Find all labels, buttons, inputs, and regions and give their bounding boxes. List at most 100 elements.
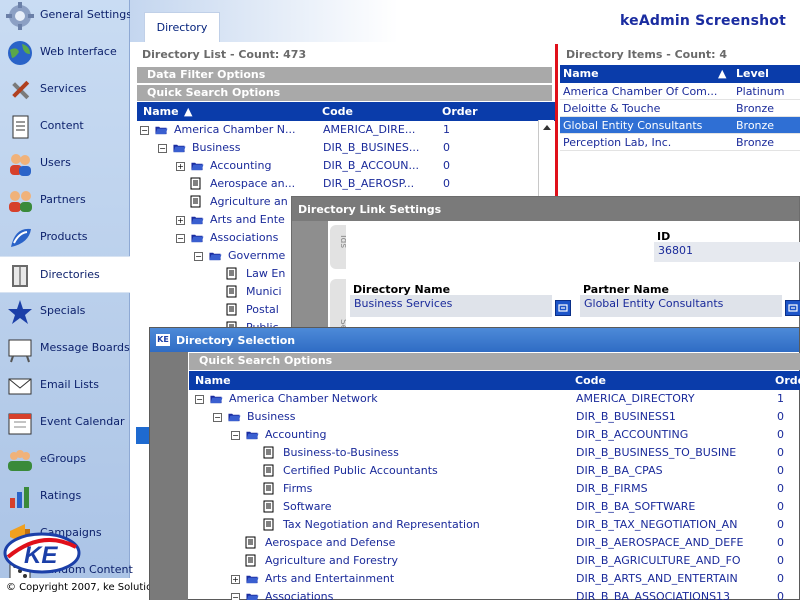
col-order-header[interactable]: Order [442,105,478,118]
directory-name-field[interactable]: Business Services [350,295,552,317]
col-order-header[interactable]: Orde [775,374,800,387]
collapse-icon[interactable]: − [140,126,149,135]
partner-name-field[interactable]: Global Entity Consultants [580,295,782,317]
tree-item-name: Associations [265,590,334,600]
expand-icon[interactable]: + [176,216,185,225]
item-level: Bronze [736,102,775,115]
tree-item-code: DIR_B_BUSINESS1 [576,410,676,423]
quick-search-bar[interactable]: Quick Search Options [137,85,552,101]
sidebar-item-services[interactable]: Services [0,71,130,108]
data-filter-bar[interactable]: Data Filter Options [137,67,552,83]
sidebar-item-directories[interactable]: Directories [0,256,130,293]
tree-row[interactable]: Certified Public Accountants DIR_B_BA_CPA… [189,462,800,480]
tree-item-name: Firms [283,482,313,495]
tab-label: Directory [156,21,208,34]
tree-item-order: 1 [443,123,450,136]
folder-icon [228,413,241,422]
items-col-level-header[interactable]: Level [736,67,769,80]
tree-row[interactable]: Firms DIR_B_FIRMS 0 [189,480,800,498]
item-level: Platinum [736,85,785,98]
sidebar-item-email-lists[interactable]: Email Lists [0,367,130,404]
collapse-icon[interactable]: − [158,144,167,153]
sidebar-item-general-settings[interactable]: General Settings [0,0,132,34]
directory-list-scrollbar[interactable] [538,120,554,200]
tree-item-code: DIR_B_BUSINESS_TO_BUSINE [576,446,737,459]
tree-row[interactable]: − Business DIR_B_BUSINES... 0 [137,139,537,157]
quick-search-bar[interactable]: Quick Search Options [189,353,800,370]
tree-row[interactable]: Aerospace an... DIR_B_AEROSP... 0 [137,175,537,193]
sidebar-item-partners[interactable]: Partners [0,182,130,219]
scroll-up-icon[interactable] [539,120,555,134]
sidebar-item-web-interface[interactable]: Web Interface [0,34,130,71]
tree-row[interactable]: + Arts and Entertainment DIR_B_ARTS_AND_EN… [189,570,800,588]
document-icon [226,285,237,298]
tree-row[interactable]: Business-to-Business DIR_B_BUSINESS_TO_BU… [189,444,800,462]
tab-directory[interactable]: Directory [144,12,220,42]
sidebar-item-specials[interactable]: Specials [0,293,130,330]
tree-row[interactable]: − Business DIR_B_BUSINESS1 0 [189,408,800,426]
window-gutter [150,352,188,600]
collapse-icon[interactable]: − [194,252,203,261]
window-title[interactable]: Directory Link Settings [292,197,799,221]
sidebar-item-label: Partners [40,193,86,206]
expand-icon[interactable]: + [176,162,185,171]
directory-item-row[interactable]: Perception Lab, Inc. Bronze [560,134,800,151]
tree-item-order: 0 [777,500,784,513]
product-icon [11,228,31,247]
col-code-header[interactable]: Code [575,374,606,387]
sort-asc-icon[interactable]: ▲ [184,105,192,118]
sidebar-item-products[interactable]: Products [0,219,130,256]
ids-side-tab[interactable]: Ids [330,225,348,269]
tree-item-order: 0 [777,536,784,549]
tree-row[interactable]: − Associations DIR_B_BA_ASSOCIATIONS13 0 [189,588,800,600]
tree-item-order: 0 [777,572,784,585]
collapse-icon[interactable]: − [195,395,204,404]
collapse-icon[interactable]: − [231,431,240,440]
col-name-header[interactable]: Name [195,374,231,387]
sidebar-item-label: Event Calendar [40,415,125,428]
sidebar-item-event-calendar[interactable]: Event Calendar [0,404,130,441]
directory-item-row[interactable]: Global Entity Consultants Bronze [560,117,800,134]
window-gutter [292,221,328,337]
directory-item-row[interactable]: Deloitte & Touche Bronze [560,100,800,117]
sidebar-item-users[interactable]: Users [0,145,130,182]
tree-row[interactable]: − America Chamber Network AMERICA_DIRECTOR… [189,390,800,408]
collapse-icon[interactable]: − [176,234,185,243]
col-code-header[interactable]: Code [322,105,353,118]
tree-item-code: DIR_B_BUSINES... [323,141,420,154]
document-icon [263,500,274,513]
directory-item-row[interactable]: America Chamber Of Com... Platinum [560,83,800,100]
calendar-icon [8,413,32,435]
tree-row[interactable]: Agriculture and Forestry DIR_B_AGRICULTUR… [189,552,800,570]
sidebar-item-egroups[interactable]: eGroups [0,441,130,478]
tree-row[interactable]: Software DIR_B_BA_SOFTWARE 0 [189,498,800,516]
collapse-icon[interactable]: − [231,593,240,600]
collapse-icon[interactable]: − [213,413,222,422]
tree-row[interactable]: + Accounting DIR_B_ACCOUN... 0 [137,157,537,175]
partner-lookup-button[interactable] [785,300,800,316]
tree-item-code: DIR_B_BA_ASSOCIATIONS13 [576,590,731,600]
tree-row[interactable]: − Accounting DIR_B_ACCOUNTING 0 [189,426,800,444]
tree-row[interactable]: Tax Negotiation and Representation DIR_B_… [189,516,800,534]
panel-divider[interactable] [555,44,558,204]
tree-item-name: Arts and Ente [210,213,285,226]
splitter-handle[interactable] [136,427,149,444]
folder-icon [246,593,259,600]
tree-row[interactable]: − America Chamber N... AMERICA_DIRE... 1 [137,121,537,139]
tree-item-code: AMERICA_DIRECTORY [576,392,695,405]
tree-row[interactable]: Aerospace and Defense DIR_B_AEROSPACE_AND… [189,534,800,552]
sidebar-item-message-boards[interactable]: Message Boards [0,330,130,367]
sidebar-item-content[interactable]: Content [0,108,130,145]
tree-item-order: 0 [777,464,784,477]
sort-asc-icon[interactable]: ▲ [718,67,726,80]
window-title-bar[interactable]: KE Directory Selection [150,328,799,352]
sidebar-item-ratings[interactable]: Ratings [0,478,130,515]
tree-item-name: Certified Public Accountants [283,464,438,477]
directory-lookup-button[interactable] [555,300,571,316]
expand-icon[interactable]: + [231,575,240,584]
sidebar-item-label: Products [40,230,88,243]
items-col-name-header[interactable]: Name [563,67,599,80]
sidebar-item-label: Ratings [40,489,82,502]
col-name-header[interactable]: Name [143,105,179,118]
folder-icon [191,216,204,225]
